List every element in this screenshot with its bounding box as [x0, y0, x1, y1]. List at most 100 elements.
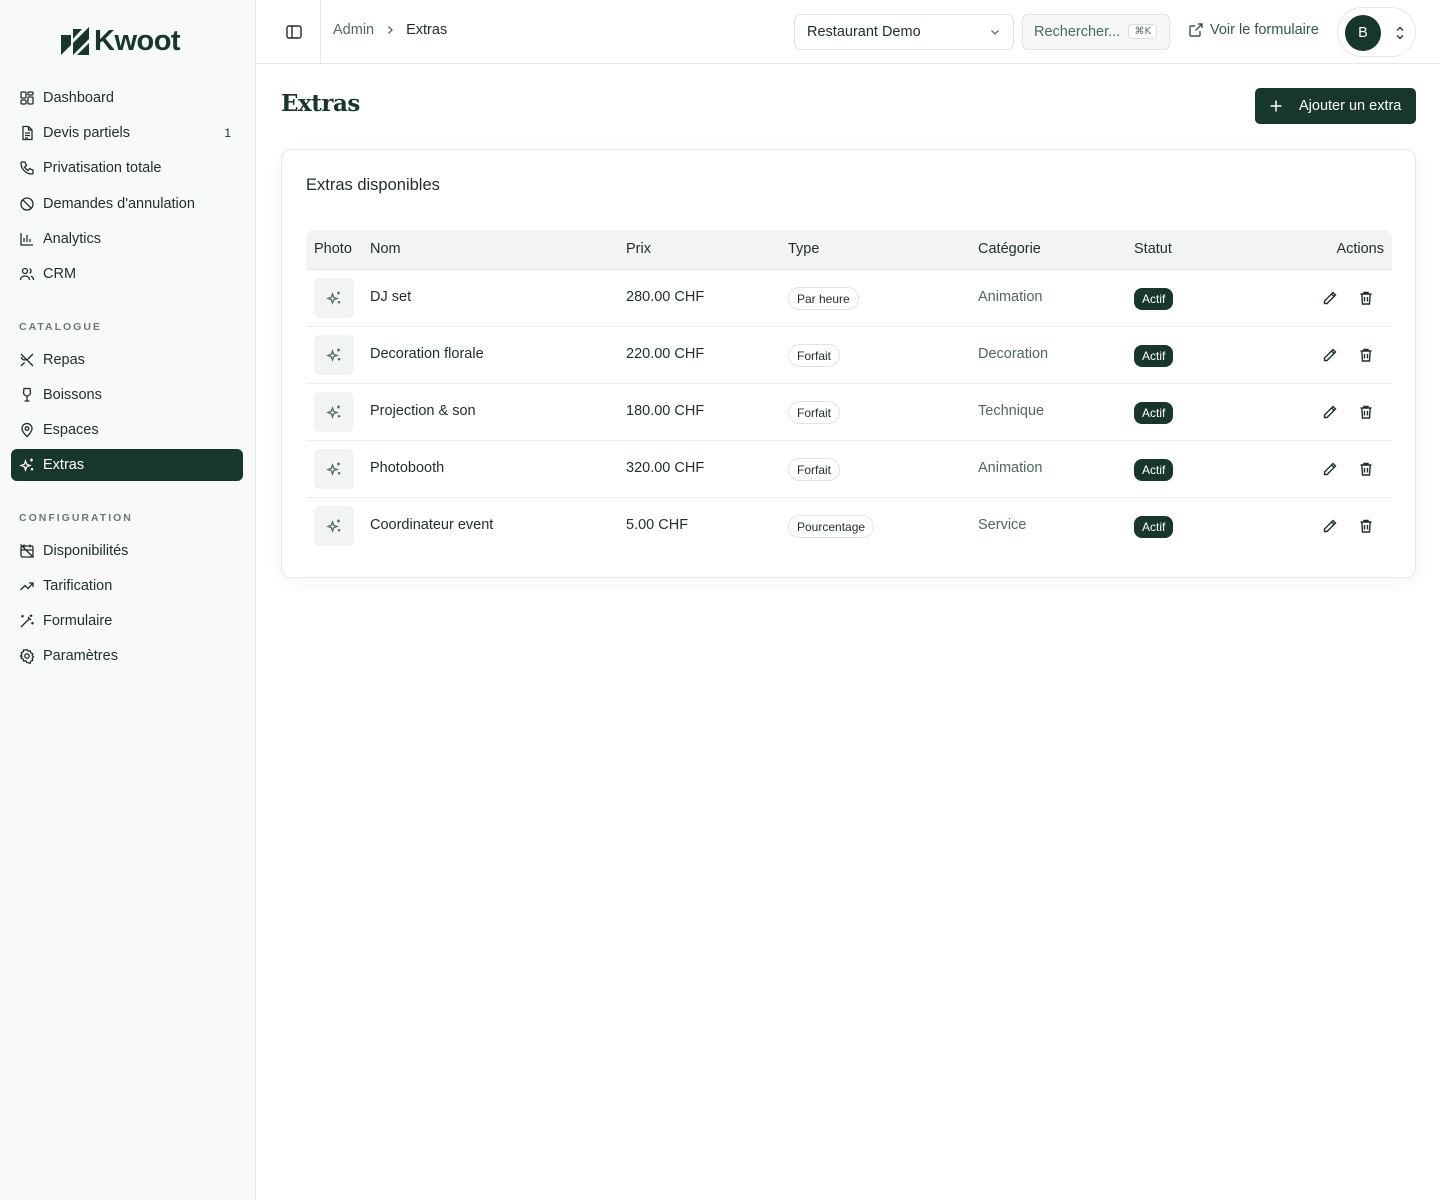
search-shortcut-hint: ⌘K: [1128, 24, 1157, 39]
avatar: B: [1345, 15, 1381, 51]
column-header-price: Prix: [626, 241, 651, 257]
sidebar-toggle-icon: [286, 25, 302, 39]
bar-chart-icon: [19, 231, 35, 247]
wine-icon: [19, 387, 35, 403]
sidebar-item-label: Dashboard: [43, 90, 114, 106]
extra-photo-placeholder: [314, 449, 354, 489]
sidebar-item-analytics[interactable]: Analytics: [11, 223, 243, 255]
sidebar-item-label: Demandes d'annulation: [43, 196, 195, 212]
type-badge: Forfait: [788, 458, 841, 481]
restaurant-select-value: Restaurant Demo: [807, 24, 921, 40]
sidebar-item-dashboard[interactable]: Dashboard: [11, 82, 243, 114]
delete-button[interactable]: [1358, 404, 1374, 420]
page-title: Extras: [281, 90, 360, 117]
trash-icon: [1360, 405, 1372, 419]
sidebar-item-formulaire[interactable]: Formulaire: [11, 605, 243, 637]
trash-icon: [1360, 291, 1372, 305]
edit-button[interactable]: [1322, 290, 1338, 306]
sidebar-item-label: CRM: [43, 266, 77, 282]
sidebar-item-repas[interactable]: Repas: [11, 344, 243, 376]
extra-photo-placeholder: [314, 335, 354, 375]
document-icon: [19, 125, 35, 141]
table-row[interactable]: Projection & son 180.00 CHF Forfait Tech…: [306, 384, 1392, 441]
sidebar-item-tarification[interactable]: Tarification: [11, 570, 243, 602]
table-row[interactable]: DJ set 280.00 CHF Par heure Animation Ac…: [306, 270, 1392, 327]
delete-button[interactable]: [1358, 290, 1374, 306]
sidebar-item-label: Disponibilités: [43, 543, 129, 559]
map-pin-icon: [19, 422, 35, 438]
external-link-icon: [1189, 23, 1203, 37]
edit-button[interactable]: [1322, 404, 1338, 420]
sidebar-item-disponibilites[interactable]: Disponibilités: [11, 535, 243, 567]
column-header-name: Nom: [370, 241, 401, 257]
sidebar-item-parametres[interactable]: Paramètres: [11, 640, 243, 672]
status-badge: Actif: [1134, 459, 1174, 481]
phone-icon: [19, 160, 35, 176]
category-label: Technique: [978, 403, 1045, 419]
column-header-photo: Photo: [314, 241, 352, 257]
category-label: Service: [978, 517, 1027, 533]
sidebar-item-crm[interactable]: CRM: [11, 258, 243, 290]
type-badge: Forfait: [788, 401, 841, 424]
table-row[interactable]: Coordinateur event 5.00 CHF Pourcentage …: [306, 498, 1392, 555]
brand-name: Kwoot: [94, 24, 181, 57]
sidebar-item-boissons[interactable]: Boissons: [11, 379, 243, 411]
trending-up-icon: [19, 578, 35, 594]
extra-price: 180.00 CHF: [626, 403, 705, 419]
extra-price: 220.00 CHF: [626, 346, 705, 362]
sidebar: Kwoot Dashboard Devis partiels 1 Privati…: [0, 0, 256, 1200]
category-label: Decoration: [978, 346, 1049, 362]
sidebar-item-label: Paramètres: [43, 648, 118, 664]
column-header-category: Catégorie: [978, 241, 1041, 257]
extra-name: Projection & son: [370, 403, 476, 419]
sidebar-item-annulation[interactable]: Demandes d'annulation: [11, 188, 243, 220]
ban-icon: [19, 196, 35, 212]
kwoot-logo-icon: [61, 27, 89, 55]
edit-button[interactable]: [1322, 518, 1338, 534]
breadcrumb: Admin Extras: [333, 22, 447, 38]
trash-icon: [1360, 348, 1372, 362]
chevron-right-icon: [384, 24, 396, 36]
type-badge: Pourcentage: [788, 515, 875, 538]
trash-icon: [1360, 519, 1372, 533]
brand-logo[interactable]: Kwoot: [60, 24, 181, 58]
search-input[interactable]: Rechercher... ⌘K: [1022, 14, 1170, 50]
delete-button[interactable]: [1358, 347, 1374, 363]
breadcrumb-current: Extras: [406, 22, 448, 38]
sidebar-item-privatisation[interactable]: Privatisation totale: [11, 152, 243, 184]
card-title: Extras disponibles: [306, 176, 440, 194]
sparkles-icon: [19, 457, 35, 473]
sparkles-icon: [326, 405, 341, 419]
extra-name: Decoration florale: [370, 346, 484, 362]
plus-icon: [1270, 100, 1282, 112]
user-switcher[interactable]: B: [1337, 7, 1416, 57]
extra-name: DJ set: [370, 289, 412, 305]
table-row[interactable]: Photobooth 320.00 CHF Forfait Animation …: [306, 441, 1392, 498]
edit-button[interactable]: [1322, 347, 1338, 363]
column-header-actions: Actions: [1336, 241, 1384, 257]
restaurant-select[interactable]: Restaurant Demo: [794, 14, 1014, 50]
edit-button[interactable]: [1322, 461, 1338, 477]
table-header: Photo Nom Prix Type Catégorie Statut Act…: [306, 230, 1392, 270]
view-form-link[interactable]: Voir le formulaire: [1188, 22, 1319, 38]
status-badge: Actif: [1134, 402, 1174, 424]
delete-button[interactable]: [1358, 518, 1374, 534]
chevrons-up-down-icon: [1396, 26, 1404, 40]
topbar: Admin Extras Restaurant Demo Rechercher.…: [256, 0, 1440, 64]
column-header-type: Type: [788, 241, 820, 257]
extra-price: 5.00 CHF: [626, 517, 689, 533]
sidebar-item-espaces[interactable]: Espaces: [11, 414, 243, 446]
sidebar-item-label: Extras: [43, 457, 85, 473]
status-badge: Actif: [1134, 345, 1174, 367]
breadcrumb-admin-link[interactable]: Admin: [333, 22, 374, 38]
add-extra-button[interactable]: Ajouter un extra: [1255, 88, 1416, 124]
status-badge: Actif: [1134, 516, 1174, 538]
sidebar-item-devis-partiels[interactable]: Devis partiels 1: [11, 117, 243, 149]
calendar-off-icon: [19, 543, 35, 559]
table-row[interactable]: Decoration florale 220.00 CHF Forfait De…: [306, 327, 1392, 384]
sidebar-toggle-button[interactable]: [284, 22, 304, 42]
trash-icon: [1360, 462, 1372, 476]
delete-button[interactable]: [1358, 461, 1374, 477]
extra-price: 280.00 CHF: [626, 289, 705, 305]
sidebar-item-extras[interactable]: Extras: [11, 449, 243, 481]
